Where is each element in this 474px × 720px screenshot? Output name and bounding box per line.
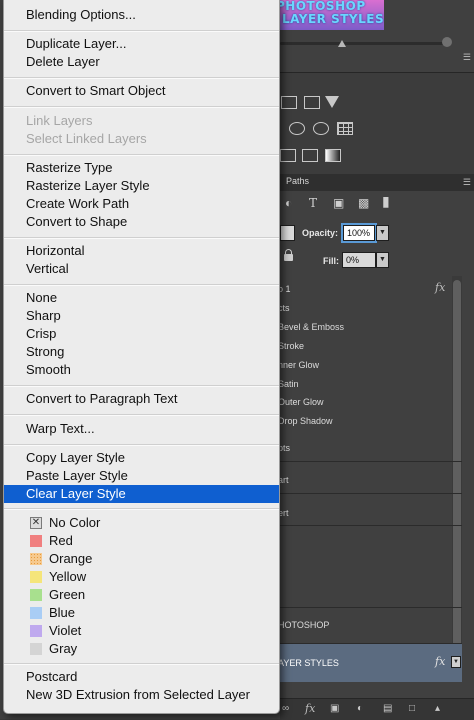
menu-item-link-layers: Link Layers	[26, 113, 93, 128]
menu-item-no-color[interactable]: No Color	[4, 514, 279, 532]
add-layer-style-icon[interactable]: fx	[305, 702, 315, 715]
menu-item-convert-to-shape[interactable]: Convert to Shape	[4, 213, 279, 231]
panel-menu-icon[interactable]: ☰	[463, 52, 471, 63]
menu-separator	[4, 284, 279, 286]
filter-shape-icon[interactable]: ▣	[333, 196, 344, 210]
menu-item-antialias-smooth[interactable]: Smooth	[4, 361, 279, 379]
menu-item-antialias-crisp[interactable]: Crisp	[4, 325, 279, 343]
opacity-dropdown-arrow[interactable]: ▼	[376, 225, 389, 241]
menu-item-duplicate-layer[interactable]: Duplicate Layer...	[4, 35, 279, 53]
menu-item-orange[interactable]: Orange	[4, 550, 279, 568]
effect-drop-shadow[interactable]: Drop Shadow	[278, 416, 333, 426]
color-balance-icon[interactable]	[289, 122, 305, 135]
menu-item-blending-options[interactable]: Blending Options...	[4, 6, 279, 24]
fill-dropdown-arrow[interactable]: ▼	[376, 252, 389, 268]
fx-icon[interactable]: fx	[435, 655, 445, 668]
menu-item-antialias-strong[interactable]: Strong	[4, 343, 279, 361]
new-group-icon[interactable]: ▤	[383, 703, 392, 714]
layer-row[interactable]	[280, 494, 462, 526]
menu-item-delete-layer[interactable]: Delete Layer	[4, 53, 279, 71]
menu-item-copy-layer-style[interactable]: Copy Layer Style	[4, 449, 279, 467]
menu-item-new-3d-extrusion[interactable]: New 3D Extrusion from Selected Layer	[4, 686, 279, 704]
fx-icon[interactable]: fx	[435, 281, 445, 294]
layer-row[interactable]	[280, 526, 462, 608]
menu-item-blue[interactable]: Blue	[4, 604, 279, 622]
effect-stroke[interactable]: Stroke	[278, 341, 304, 351]
add-mask-icon[interactable]: ▣	[330, 703, 339, 714]
menu-separator	[4, 30, 279, 32]
menu-separator	[4, 663, 279, 665]
lock-icon[interactable]	[284, 249, 293, 261]
new-layer-icon[interactable]: □	[409, 703, 415, 714]
menu-item-red[interactable]: Red	[4, 532, 279, 550]
filter-adjustment-icon[interactable]: ◐	[285, 196, 292, 210]
blend-mode-dropdown[interactable]	[280, 225, 295, 241]
menu-item-postcard[interactable]: Postcard	[4, 668, 279, 686]
effect-outer-glow[interactable]: Outer Glow	[278, 397, 324, 407]
channel-mixer-icon[interactable]	[313, 122, 329, 135]
selected-layer-label: AYER STYLES	[278, 658, 339, 668]
menu-item-gray[interactable]: Gray	[4, 640, 279, 658]
selective-color-icon[interactable]	[302, 149, 318, 162]
curves-icon[interactable]	[281, 96, 297, 109]
menu-item-convert-to-paragraph-text[interactable]: Convert to Paragraph Text	[4, 390, 279, 408]
vibrance-icon[interactable]	[325, 96, 339, 108]
panel-divider	[280, 72, 474, 73]
menu-item-violet[interactable]: Violet	[4, 622, 279, 640]
menu-item-warp-text[interactable]: Warp Text...	[4, 420, 279, 438]
layers-panel-menu-icon[interactable]: ☰	[463, 177, 471, 188]
expand-effects-arrow[interactable]: ▼	[451, 656, 461, 668]
layer-row[interactable]	[280, 462, 462, 494]
filter-smart-object-icon[interactable]: ▩	[358, 196, 369, 210]
layer-context-menu: Blending Options... Duplicate Layer... D…	[3, 0, 280, 714]
threshold-icon[interactable]	[280, 149, 296, 162]
menu-separator	[4, 508, 279, 510]
menu-item-convert-to-smart-object[interactable]: Convert to Smart Object	[4, 82, 279, 100]
menu-item-green[interactable]: Green	[4, 586, 279, 604]
fill-input[interactable]: 0%	[342, 252, 376, 268]
new-adjustment-icon[interactable]: ◐	[357, 703, 363, 714]
layer-label: HOTOSHOP	[278, 620, 330, 630]
menu-item-vertical[interactable]: Vertical	[4, 260, 279, 278]
menu-separator	[4, 237, 279, 239]
delete-layer-icon[interactable]: ▴	[435, 703, 440, 714]
filter-type-icon[interactable]: T	[309, 196, 317, 210]
gradient-map-icon[interactable]	[325, 149, 341, 162]
menu-item-paste-layer-style[interactable]: Paste Layer Style	[4, 467, 279, 485]
layer-row[interactable]	[280, 430, 462, 462]
effect-bevel-emboss[interactable]: Bevel & Emboss	[278, 322, 344, 332]
menu-separator	[4, 154, 279, 156]
filter-toggle-icon[interactable]: ▮	[382, 193, 390, 210]
menu-separator	[4, 444, 279, 446]
fill-label: Fill:	[323, 256, 339, 266]
menu-separator	[4, 106, 279, 108]
color-lookup-icon[interactable]	[337, 122, 353, 135]
menu-separator	[4, 385, 279, 387]
menu-item-rasterize-layer-style[interactable]: Rasterize Layer Style	[4, 177, 279, 195]
menu-item-create-work-path[interactable]: Create Work Path	[4, 195, 279, 213]
opacity-label: Opacity:	[302, 228, 339, 238]
zoom-max-icon[interactable]	[442, 37, 452, 47]
layers-tabbar	[280, 174, 474, 191]
opacity-input[interactable]: 100%	[343, 225, 375, 241]
menu-item-horizontal[interactable]: Horizontal	[4, 242, 279, 260]
thumbnail-line-2: LAYER STYLES	[282, 12, 385, 26]
tab-paths[interactable]: Paths	[286, 176, 309, 186]
menu-item-antialias-sharp[interactable]: Sharp	[4, 307, 279, 325]
exposure-icon[interactable]	[304, 96, 320, 109]
menu-separator	[4, 414, 279, 416]
menu-item-yellow[interactable]: Yellow	[4, 568, 279, 586]
zoom-slider-track[interactable]	[280, 42, 450, 45]
menu-separator	[4, 77, 279, 79]
effect-inner-glow[interactable]: nner Glow	[278, 360, 319, 370]
menu-item-antialias-none[interactable]: None	[4, 289, 279, 307]
menu-item-select-linked-layers: Select Linked Layers	[26, 131, 147, 146]
effect-satin[interactable]: Satin	[278, 379, 299, 389]
menu-item-rasterize-type[interactable]: Rasterize Type	[4, 159, 279, 177]
menu-item-clear-layer-style[interactable]: Clear Layer Style	[4, 485, 279, 503]
link-layers-icon[interactable]: ∞	[282, 703, 289, 714]
zoom-slider-knob[interactable]	[338, 40, 346, 47]
